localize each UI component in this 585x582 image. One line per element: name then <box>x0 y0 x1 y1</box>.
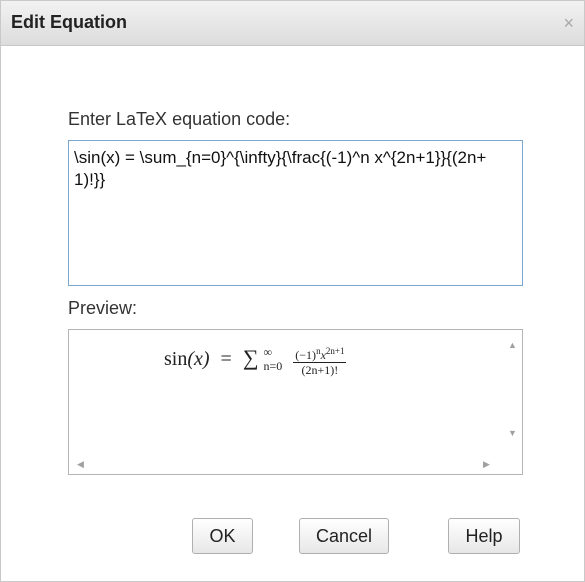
summation-limits: ∞ n=0 <box>264 345 283 373</box>
help-button[interactable]: Help <box>448 518 520 554</box>
fraction: (−1)nx2n+1 (2n+1)! <box>293 344 347 377</box>
scrollbar-corner <box>502 454 522 474</box>
latex-code-label: Enter LaTeX equation code: <box>68 109 291 129</box>
sin-argument: (x) <box>187 348 210 371</box>
cancel-button[interactable]: Cancel <box>299 518 389 554</box>
latex-code-input[interactable]: \sin(x) = \sum_{n=0}^{\infty}{\frac{(-1)… <box>68 140 523 286</box>
equals-sign: = <box>220 348 232 371</box>
edit-equation-dialog: Edit Equation × Enter LaTeX equation cod… <box>0 0 585 582</box>
fraction-numerator: (−1)nx2n+1 <box>293 344 347 363</box>
summation-upper: ∞ <box>263 344 273 359</box>
dialog-title: Edit Equation <box>11 12 127 32</box>
scroll-up-icon[interactable]: ▲ <box>508 340 517 350</box>
scroll-right-icon[interactable]: ▶ <box>483 459 490 470</box>
fraction-denominator: (2n+1)! <box>301 363 339 377</box>
ok-button[interactable]: OK <box>192 518 253 554</box>
preview-label: Preview: <box>68 298 138 318</box>
scroll-down-icon[interactable]: ▼ <box>508 428 517 438</box>
numerator-exponent: 2n+1 <box>325 346 345 356</box>
summation-symbol: ∑ <box>242 345 259 371</box>
preview-content: sin(x) = ∑ ∞ n=0 (−1)nx2n+1 (2n+1)! <box>69 330 503 455</box>
title-bar[interactable]: Edit Equation × <box>1 1 584 46</box>
scroll-left-icon[interactable]: ◀ <box>77 459 84 470</box>
sin-function: sin <box>164 348 188 371</box>
numerator-base: (−1) <box>295 348 317 362</box>
close-icon[interactable]: × <box>563 13 574 34</box>
horizontal-scrollbar[interactable]: ◀ ▶ <box>69 454 503 474</box>
summation-lower: n=0 <box>263 358 283 373</box>
vertical-scrollbar[interactable]: ▲ ▼ <box>502 330 522 455</box>
preview-pane: sin(x) = ∑ ∞ n=0 (−1)nx2n+1 (2n+1)! ▲ ▼ <box>68 329 523 475</box>
equation-preview: sin(x) = ∑ ∞ n=0 (−1)nx2n+1 (2n+1)! <box>164 344 347 377</box>
